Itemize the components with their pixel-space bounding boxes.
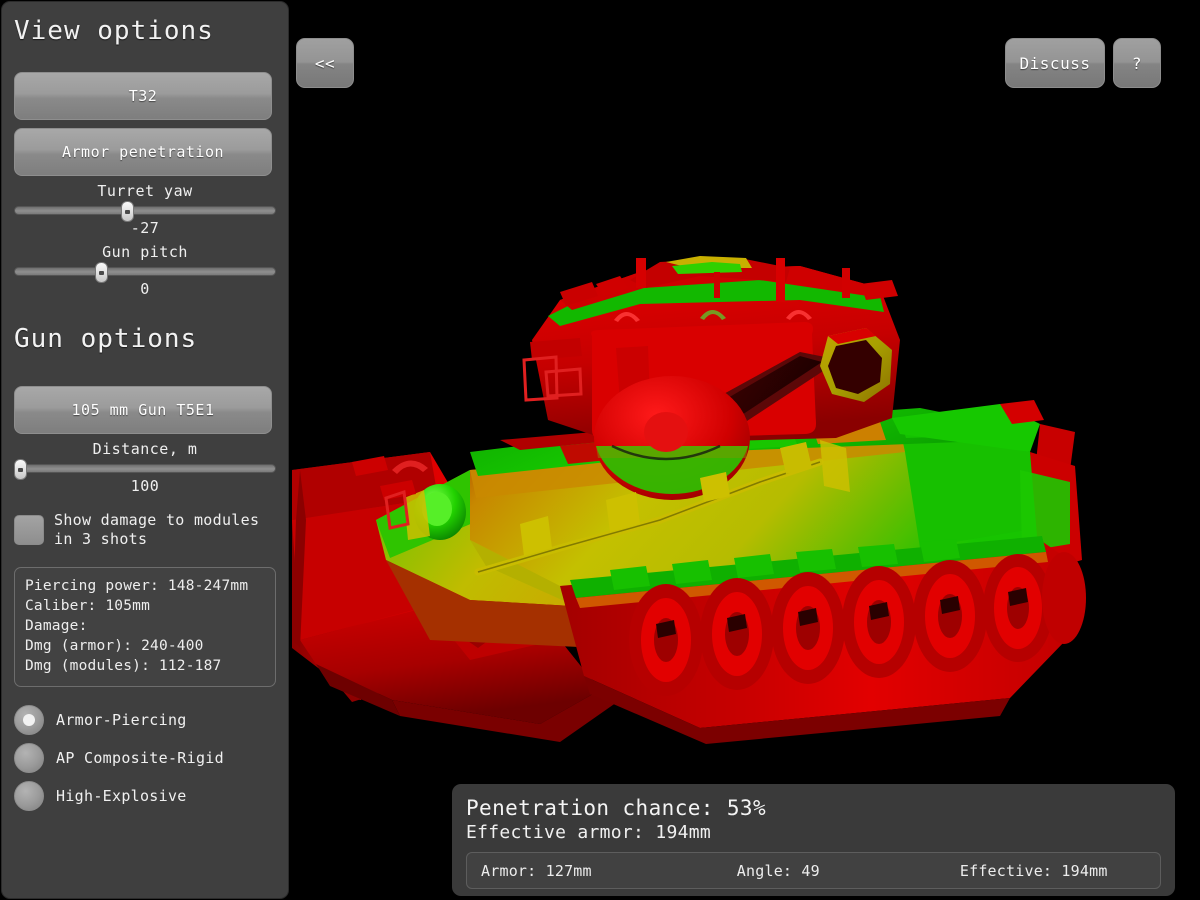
back-button[interactable]: << (296, 38, 354, 88)
view-options-heading: View options (14, 16, 214, 46)
discuss-button[interactable]: Discuss (1005, 38, 1105, 88)
gun-pitch-value: 0 (140, 280, 150, 298)
armor-thickness-value: Armor: 127mm (481, 861, 592, 880)
tank-select-button[interactable]: T32 (14, 72, 272, 120)
dmg-armor-text: Dmg (armor): 240-400 (25, 638, 204, 654)
gun-options-heading: Gun options (14, 324, 198, 354)
radio-icon[interactable] (14, 743, 44, 773)
penetration-result-panel: Penetration chance: 53% Effective armor:… (452, 784, 1175, 896)
turret-yaw-slider-thumb[interactable] (120, 201, 134, 222)
options-sidebar: View options T32 Armor penetration Turre… (2, 2, 288, 898)
shell-option-label: Armor-Piercing (56, 711, 187, 729)
distance-slider[interactable] (14, 459, 276, 480)
gun-pitch-label: Gun pitch (102, 243, 188, 261)
impact-angle-value: Angle: 49 (736, 861, 820, 880)
distance-label: Distance, m (92, 440, 198, 458)
penetration-chance-text: Penetration chance: 53% (466, 796, 766, 820)
armor-viewer-app: << Discuss ? View options T32 Armor pene… (0, 0, 1200, 900)
track-and-roadwheels (560, 536, 1086, 744)
damage-text: Damage: (25, 618, 88, 634)
show-damage-label: Show damage to modules in 3 shots (54, 511, 260, 548)
help-button[interactable]: ? (1113, 38, 1161, 88)
distance-slider-thumb[interactable] (14, 459, 28, 480)
dmg-modules-text: Dmg (modules): 112-187 (25, 658, 222, 674)
caliber-text: Caliber: 105mm (25, 598, 151, 614)
turret-yaw-slider[interactable] (14, 201, 276, 222)
shell-option-armor-piercing[interactable]: Armor-Piercing (14, 705, 276, 735)
armor-detail-row: Armor: 127mm Angle: 49 Effective: 194mm (466, 852, 1161, 889)
gun-select-button[interactable]: 105 mm Gun T5E1 (14, 386, 272, 434)
distance-value: 100 (130, 477, 160, 495)
effective-armor-text: Effective armor: 194mm (466, 822, 712, 843)
gun-pitch-slider[interactable] (14, 262, 276, 283)
show-damage-checkbox-row[interactable]: Show damage to modules in 3 shots (14, 511, 276, 549)
shell-option-high-explosive[interactable]: High-Explosive (14, 781, 276, 811)
shell-option-label: AP Composite-Rigid (56, 749, 224, 767)
gun-pitch-slider-thumb[interactable] (94, 262, 108, 283)
turret-yaw-label: Turret yaw (97, 182, 193, 200)
turret-yaw-value: -27 (130, 219, 160, 237)
view-mode-button[interactable]: Armor penetration (14, 128, 272, 176)
shell-option-label: High-Explosive (56, 787, 187, 805)
shell-option-ap-composite-rigid[interactable]: AP Composite-Rigid (14, 743, 276, 773)
piercing-power-text: Piercing power: 148-247mm (25, 578, 249, 594)
radio-icon[interactable] (14, 781, 44, 811)
show-damage-checkbox[interactable] (14, 515, 44, 545)
gun-info-panel: Piercing power: 148-247mm Caliber: 105mm… (14, 567, 276, 687)
radio-icon[interactable] (14, 705, 44, 735)
shell-type-radio-group: Armor-Piercing AP Composite-Rigid High-E… (14, 705, 276, 811)
effective-armor-value: Effective: 194mm (959, 861, 1108, 880)
